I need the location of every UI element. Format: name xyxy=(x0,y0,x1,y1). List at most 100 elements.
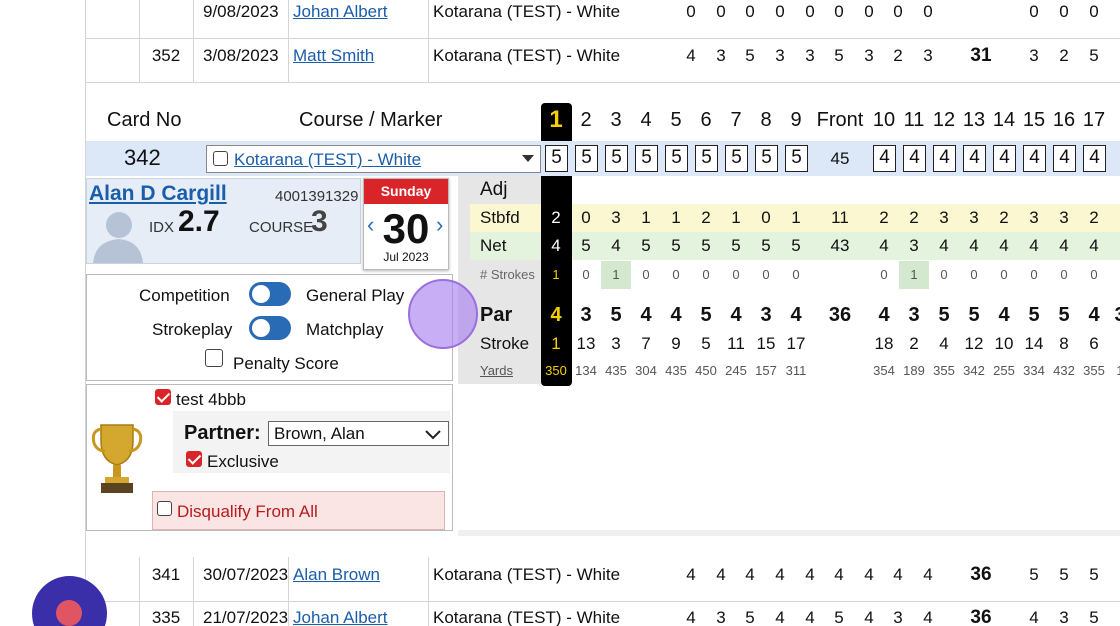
event-panel: test 4bbb Partner: Brown, Alan Exclusive… xyxy=(86,384,453,531)
score-input-box[interactable]: 5 xyxy=(665,145,688,172)
row-hole-score: 4 xyxy=(775,608,785,626)
disqualify-checkbox[interactable] xyxy=(157,501,172,516)
stat-value: 5 xyxy=(761,236,771,255)
stat-value: 1 xyxy=(731,208,741,227)
stat-value: 4 xyxy=(550,304,562,326)
stat-value: 3 xyxy=(611,208,621,227)
row-hole-score: 4 xyxy=(923,565,933,584)
score-input-box[interactable]: 5 xyxy=(605,145,628,172)
score-input-box[interactable]: 5 xyxy=(755,145,778,172)
stat-value: 2 xyxy=(909,334,919,353)
row-date: 9/08/2023 xyxy=(203,2,279,21)
column-divider xyxy=(428,38,429,83)
disqualify-box: Disqualify From All xyxy=(152,491,445,530)
row-hole-score: 3 xyxy=(923,46,933,65)
stat-value: 8 xyxy=(1059,334,1069,353)
strokeplay-matchplay-toggle[interactable] xyxy=(249,316,291,340)
stat-value: 5 xyxy=(671,236,681,255)
hole-number: 3 xyxy=(610,109,622,131)
score-input-box[interactable]: 4 xyxy=(993,145,1016,172)
score-input-box[interactable]: 5 xyxy=(725,145,748,172)
score-input-box[interactable]: 4 xyxy=(933,145,956,172)
row-back-score: 5 xyxy=(1089,608,1099,626)
partner-select[interactable]: Brown, Alan xyxy=(268,421,449,446)
stat-value: 5 xyxy=(1028,304,1040,326)
stroke-label: Stroke xyxy=(480,334,530,353)
row-hole-score: 0 xyxy=(864,2,874,21)
score-input-box[interactable]: 5 xyxy=(635,145,658,172)
hole-number: 7 xyxy=(730,109,742,131)
stat-value: 304 xyxy=(635,363,657,378)
stat-value: 2 xyxy=(701,208,711,227)
stat-value: 354 xyxy=(873,363,895,378)
row-divider xyxy=(86,82,1120,83)
row-hole-score: 4 xyxy=(775,565,785,584)
scorecard-page: 9/08/2023 Johan Albert Kotarana (TEST) - W… xyxy=(0,0,1120,626)
score-input-box[interactable]: 4 xyxy=(1053,145,1076,172)
stat-value: 5 xyxy=(791,236,801,255)
competition-general-toggle[interactable] xyxy=(249,282,291,306)
stat-value: 3 xyxy=(939,208,949,227)
row-card-no: 335 xyxy=(151,608,181,626)
prev-date-icon[interactable]: ‹ xyxy=(367,212,374,238)
competition-label: Competition xyxy=(139,286,230,305)
exclusive-checkbox[interactable] xyxy=(186,451,202,467)
player-name-link[interactable]: Alan D Cargill xyxy=(89,182,227,206)
hole-number: 6 xyxy=(700,109,712,131)
row-marker-link[interactable]: Alan Brown xyxy=(293,565,380,585)
chevron-down-icon[interactable] xyxy=(424,429,442,440)
stat-value: 18 xyxy=(874,334,894,353)
column-divider xyxy=(288,38,289,83)
event-checkbox[interactable] xyxy=(155,389,171,405)
row-hole-score: 4 xyxy=(805,565,815,584)
chevron-down-icon[interactable] xyxy=(522,155,534,162)
row-date: 21/07/2023 xyxy=(203,608,289,626)
score-input-box[interactable]: 5 xyxy=(545,145,568,172)
row-back-score: 0 xyxy=(1089,2,1099,21)
score-input-box[interactable]: 4 xyxy=(1083,145,1106,172)
stat-value: 189 xyxy=(903,363,925,378)
next-date-icon[interactable]: › xyxy=(436,212,443,238)
score-input-box[interactable]: 4 xyxy=(903,145,926,172)
chat-icon[interactable] xyxy=(56,600,82,626)
hole-number: 11 xyxy=(903,109,925,131)
hole-number: 13 xyxy=(962,109,986,131)
score-input-box[interactable]: 4 xyxy=(963,145,986,172)
row-front-total: 36 xyxy=(970,564,992,585)
help-chat-button[interactable] xyxy=(32,576,107,626)
row-back-score: 0 xyxy=(1029,2,1039,21)
course-checkbox[interactable] xyxy=(213,151,228,166)
stat-value: 1 xyxy=(551,334,561,353)
stat-value: 3 xyxy=(611,334,621,353)
row-hole-score: 3 xyxy=(716,608,726,626)
stat-value: 0 xyxy=(672,267,680,282)
score-input-box[interactable]: 4 xyxy=(873,145,896,172)
course-select[interactable]: Kotarana (TEST) - White xyxy=(206,145,541,173)
stat-value: 4 xyxy=(939,334,949,353)
row-back-score: 3 xyxy=(1059,608,1069,626)
penalty-checkbox[interactable] xyxy=(205,349,223,367)
stat-value: 0 xyxy=(761,208,771,227)
stat-value: 5 xyxy=(701,334,711,353)
row-hole-score: 4 xyxy=(805,608,815,626)
stat-value: 3 xyxy=(908,304,920,326)
score-input-box[interactable]: 5 xyxy=(695,145,718,172)
row-front-total: 36 xyxy=(970,607,992,626)
row-hole-score: 4 xyxy=(716,565,726,584)
score-input-box[interactable]: 5 xyxy=(575,145,598,172)
score-input-box[interactable]: 5 xyxy=(785,145,808,172)
course-link[interactable]: Kotarana (TEST) - White xyxy=(234,150,421,170)
row-marker-link[interactable]: Johan Albert xyxy=(293,608,388,626)
net-label: Net xyxy=(480,236,507,255)
stat-value: 12 xyxy=(964,334,984,353)
stat-value: 2 xyxy=(909,208,919,227)
score-input-box[interactable]: 4 xyxy=(1023,145,1046,172)
stat-value: 342 xyxy=(963,363,985,378)
row-marker-link[interactable]: Matt Smith xyxy=(293,46,374,66)
stat-value: 14 xyxy=(1024,334,1044,353)
stat-value: 311 xyxy=(785,363,807,378)
stat-value: 0 xyxy=(642,267,650,282)
stat-value: 4 xyxy=(640,304,652,326)
strokeplay-label: Strokeplay xyxy=(152,320,233,339)
row-marker-link[interactable]: Johan Albert xyxy=(293,2,388,22)
